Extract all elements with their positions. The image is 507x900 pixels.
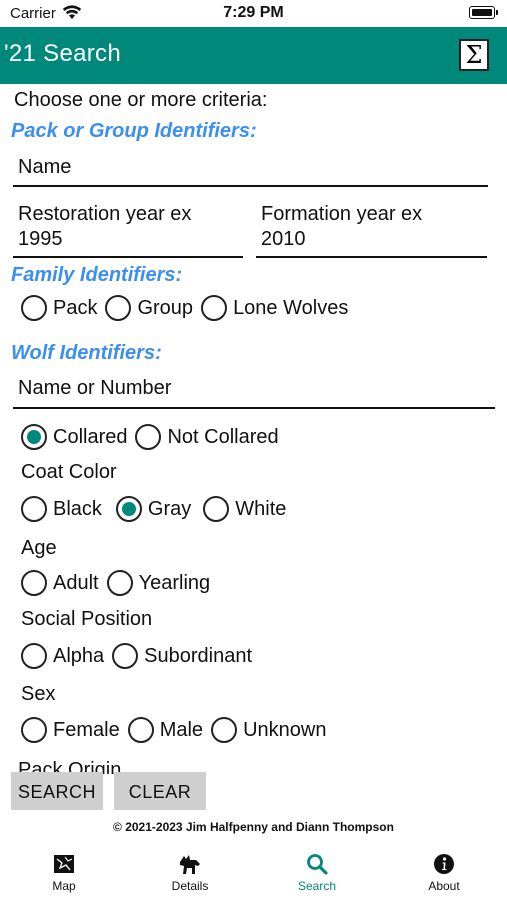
tab-search-label: Search [297,879,337,893]
radio-icon [106,570,133,596]
criteria-form[interactable]: Choose one or more criteria: Pack or Gro… [0,84,507,774]
radio-icon [201,295,228,321]
tab-map-label: Map [52,879,76,893]
tab-about[interactable]: About [381,845,507,893]
radio-icon [21,295,47,321]
sigma-button[interactable]: Σ [459,39,489,71]
tab-bar: Map Details Search About [0,845,507,900]
tab-about-label: About [428,879,460,893]
restoration-year-placeholder: Restoration year ex 1995 [18,203,192,250]
coat-option-black[interactable]: Black [21,496,102,522]
pack-name-placeholder: Name [18,156,72,178]
family-section-title: Family Identifiers: [11,264,183,286]
page-title: '21 Search [4,40,121,67]
coat-color-label: Coat Color [21,461,117,483]
map-icon [54,855,74,873]
social-option-alpha[interactable]: Alpha [21,643,104,669]
radio-icon [112,643,139,669]
radio-icon [21,570,47,596]
sex-option-male[interactable]: Male [127,717,203,743]
formation-year-field[interactable]: Formation year ex 2010 [256,199,487,258]
formation-year-placeholder: Formation year ex 2010 [261,203,423,250]
sex-radio-group: Female Male Unknown [21,717,334,743]
info-icon [434,854,454,874]
copyright-text: © 2021-2023 Jim Halfpenny and Diann Thom… [113,820,394,834]
age-option-adult[interactable]: Adult [21,570,99,596]
coat-radio-group: Black Gray White [21,496,294,522]
radio-selected-icon [115,496,142,522]
radio-icon [135,424,162,450]
coat-option-white[interactable]: White [203,496,286,522]
intro-text: Choose one or more criteria: [14,89,268,111]
age-option-yearling[interactable]: Yearling [106,570,210,596]
radio-icon [21,643,47,669]
pack-section-title: Pack or Group Identifiers: [11,120,257,142]
clock: 7:29 PM [223,4,284,21]
app-header: '21 Search Σ [0,27,507,84]
collar-option-not-collared[interactable]: Not Collared [135,424,279,450]
social-option-subordinant[interactable]: Subordinant [112,643,252,669]
social-radio-group: Alpha Subordinant [21,643,260,669]
tab-search[interactable]: Search [254,845,380,893]
search-button[interactable]: SEARCH [11,772,103,810]
search-icon [307,854,328,875]
radio-icon [21,496,47,522]
family-option-group[interactable]: Group [105,295,193,321]
age-label: Age [21,537,57,559]
sex-label: Sex [21,683,56,705]
clear-button[interactable]: CLEAR [114,772,206,810]
pack-name-field[interactable]: Name [13,154,488,187]
family-option-pack[interactable]: Pack [21,295,97,321]
restoration-year-field[interactable]: Restoration year ex 1995 [13,199,243,258]
radio-icon [203,496,230,522]
battery-icon [469,6,498,19]
tab-map[interactable]: Map [1,845,127,893]
social-position-label: Social Position [21,608,153,630]
collar-option-collared[interactable]: Collared [21,424,127,450]
tab-details-label: Details [171,879,209,893]
radio-icon [211,717,238,743]
status-bar: Carrier 7:29 PM [0,0,507,26]
radio-icon [127,717,154,743]
wolf-name-field[interactable]: Name or Number [13,374,495,409]
family-option-lone-wolves[interactable]: Lone Wolves [201,295,348,321]
radio-selected-icon [21,424,47,450]
coat-option-gray[interactable]: Gray [115,496,191,522]
sex-option-unknown[interactable]: Unknown [211,717,326,743]
collar-radio-group: Collared Not Collared [21,424,287,450]
wolf-icon [180,855,200,874]
radio-icon [21,717,47,743]
wolf-section-title: Wolf Identifiers: [11,342,162,364]
radio-icon [105,295,132,321]
sex-option-female[interactable]: Female [21,717,120,743]
family-radio-group: Pack Group Lone Wolves [21,295,356,321]
age-radio-group: Adult Yearling [21,570,218,596]
wolf-name-placeholder: Name or Number [18,377,172,399]
tab-details[interactable]: Details [127,845,253,893]
